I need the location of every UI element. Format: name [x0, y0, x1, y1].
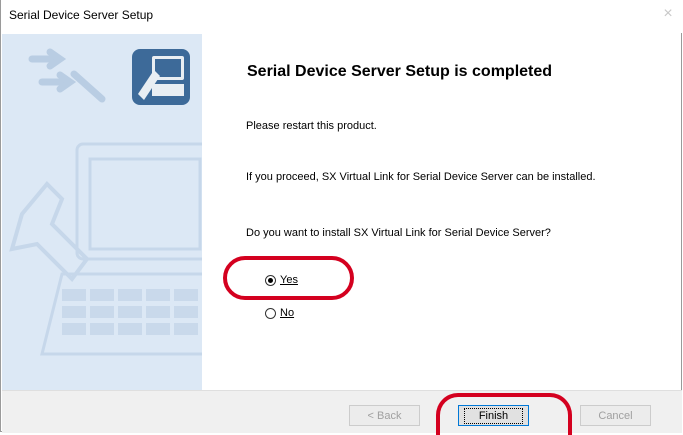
proceed-message: If you proceed, SX Virtual Link for Seri… — [246, 171, 596, 183]
title-bar: Serial Device Server Setup × — [1, 0, 683, 33]
completion-heading: Serial Device Server Setup is completed — [247, 63, 553, 80]
button-bar: < Back Finish Cancel — [2, 390, 682, 433]
restart-message: Please restart this product. — [246, 120, 377, 132]
setup-window: Serial Device Server Setup × Serial Devi… — [0, 0, 683, 433]
window-title: Serial Device Server Setup — [9, 8, 154, 22]
cancel-button[interactable]: Cancel — [580, 405, 651, 426]
sidebar-illustration — [2, 34, 202, 390]
setup-illustration-icon — [9, 48, 202, 356]
close-icon[interactable]: × — [658, 4, 678, 24]
main-content: Serial Device Server Setup is completed … — [202, 34, 680, 390]
install-question: Do you want to install SX Virtual Link f… — [246, 227, 551, 239]
finish-highlight-annotation — [436, 393, 572, 435]
radio-unselected-icon[interactable] — [265, 307, 276, 319]
no-label[interactable]: No — [280, 307, 294, 319]
back-button[interactable]: < Back — [349, 405, 420, 426]
yes-highlight-annotation — [223, 256, 354, 300]
no-radio[interactable]: No — [265, 307, 294, 319]
